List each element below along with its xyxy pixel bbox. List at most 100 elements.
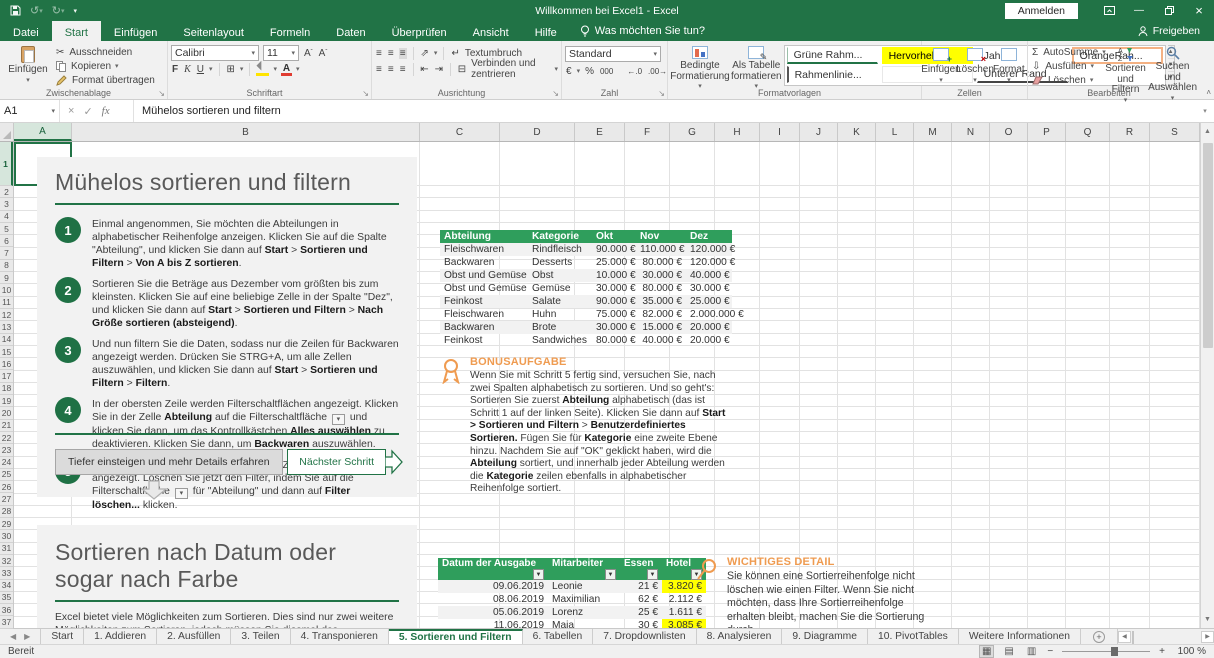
row-header-18[interactable]: 18 bbox=[0, 383, 13, 395]
cell[interactable]: Salate bbox=[528, 295, 592, 308]
row-header-28[interactable]: 28 bbox=[0, 506, 13, 518]
clear-button[interactable]: Löschen▾ bbox=[1031, 74, 1103, 86]
conditional-formatting-button[interactable]: Bedingte Formatierung▾ bbox=[671, 44, 729, 86]
row-header-23[interactable]: 23 bbox=[0, 444, 13, 456]
align-bottom-icon[interactable]: ≡ bbox=[399, 48, 407, 59]
thousands-format-icon[interactable]: 000 bbox=[599, 67, 614, 76]
paste-button[interactable]: Einfügen▾ bbox=[3, 44, 53, 86]
scroll-up-icon[interactable]: ▲ bbox=[1201, 123, 1214, 140]
column-header-a[interactable]: A bbox=[14, 123, 72, 141]
row-header-34[interactable]: 34 bbox=[0, 580, 13, 592]
font-size-select[interactable]: 11▾ bbox=[263, 45, 299, 61]
cell[interactable]: 30.000 € bbox=[592, 282, 636, 295]
row-header-16[interactable]: 16 bbox=[0, 358, 13, 370]
number-dialog-launcher[interactable]: ↘ bbox=[658, 89, 665, 98]
undo-icon[interactable]: ↺▾ bbox=[30, 4, 43, 17]
row-header-36[interactable]: 36 bbox=[0, 604, 13, 616]
currency-format-icon[interactable]: € bbox=[565, 66, 573, 77]
table-row[interactable]: 09.06.2019Leonie21 €3.820 € bbox=[438, 580, 706, 593]
vertical-scrollbar[interactable]: ▲ ▼ bbox=[1200, 123, 1214, 628]
orientation-icon[interactable]: ⇗ bbox=[420, 48, 430, 59]
column-header-f[interactable]: F bbox=[625, 123, 670, 141]
expand-formula-bar-icon[interactable]: ▾ bbox=[1196, 100, 1214, 122]
sheet-tab-6-tabellen[interactable]: 6. Tabellen bbox=[523, 629, 594, 644]
column-header-filterable[interactable]: Mitarbeiter▼ bbox=[548, 558, 620, 580]
column-header-n[interactable]: N bbox=[952, 123, 990, 141]
column-header-c[interactable]: C bbox=[420, 123, 500, 141]
minimize-button[interactable]: — bbox=[1124, 0, 1154, 21]
cell[interactable]: Lorenz bbox=[548, 606, 620, 619]
expenses-table[interactable]: Datum der Ausgabe▼Mitarbeiter▼Essen▼Hote… bbox=[438, 558, 706, 628]
cell[interactable]: 30.000 € bbox=[592, 321, 636, 334]
number-format-select[interactable]: Standard▾ bbox=[565, 46, 661, 62]
bold-button[interactable]: F bbox=[171, 64, 179, 75]
underline-button[interactable]: U bbox=[196, 64, 205, 75]
cell[interactable]: Backwaren bbox=[440, 321, 528, 334]
format-painter-button[interactable]: Format übertragen bbox=[55, 74, 155, 86]
zoom-slider-thumb[interactable] bbox=[1111, 647, 1118, 656]
table-row[interactable]: FleischwarenRindfleisch90.000 €110.000 €… bbox=[440, 243, 732, 256]
wrap-text-button[interactable]: Textumbruch bbox=[465, 48, 522, 59]
cell[interactable]: 90.000 € bbox=[592, 295, 636, 308]
cell[interactable]: Huhn bbox=[528, 308, 592, 321]
cell[interactable]: Maximilian bbox=[548, 593, 620, 606]
scroll-down-icon[interactable]: ▼ bbox=[1201, 611, 1214, 628]
format-cells-button[interactable]: Format▾ bbox=[993, 44, 1025, 86]
row-header-11[interactable]: 11 bbox=[0, 297, 13, 309]
sheet-tab-7-dropdownlisten[interactable]: 7. Dropdownlisten bbox=[593, 629, 696, 644]
zoom-in-icon[interactable]: + bbox=[1159, 646, 1165, 657]
column-header-l[interactable]: L bbox=[876, 123, 914, 141]
row-header-4[interactable]: 4 bbox=[0, 211, 13, 223]
row-header-15[interactable]: 15 bbox=[0, 346, 13, 358]
row-header-19[interactable]: 19 bbox=[0, 395, 13, 407]
sheet-tab-8-analysieren[interactable]: 8. Analysieren bbox=[697, 629, 783, 644]
cell[interactable]: 75.000 € bbox=[592, 308, 636, 321]
signin-button[interactable]: Anmelden bbox=[1005, 3, 1078, 19]
table-row[interactable]: 05.06.2019Lorenz25 €1.611 € bbox=[438, 606, 706, 619]
column-header-i[interactable]: I bbox=[760, 123, 800, 141]
increase-indent-icon[interactable]: ⇥ bbox=[434, 64, 444, 75]
page-break-view-icon[interactable]: ▥ bbox=[1025, 646, 1038, 657]
zoom-out-icon[interactable]: − bbox=[1047, 646, 1053, 657]
table-row[interactable]: Obst und GemüseGemüse30.000 €80.000 €30.… bbox=[440, 282, 732, 295]
row-header-8[interactable]: 8 bbox=[0, 260, 13, 272]
ribbon-display-options-icon[interactable] bbox=[1094, 0, 1124, 21]
cell[interactable]: 80.000 € bbox=[592, 334, 636, 347]
column-header-q[interactable]: Q bbox=[1066, 123, 1110, 141]
sort-filter-button[interactable]: AZ Sortieren und Filtern▾ bbox=[1105, 44, 1146, 86]
table-row[interactable]: Obst und GemüseObst10.000 €30.000 €40.00… bbox=[440, 269, 732, 282]
column-header-o[interactable]: O bbox=[990, 123, 1028, 141]
formula-input[interactable]: Mühelos sortieren und filtern bbox=[134, 100, 1196, 122]
next-step-button[interactable]: Nächster Schritt bbox=[287, 449, 386, 475]
column-header-s[interactable]: S bbox=[1150, 123, 1200, 141]
ribbon-tab-seitenlayout[interactable]: Seitenlayout bbox=[170, 21, 257, 41]
sheet-tab-2-ausf-llen[interactable]: 2. Ausfüllen bbox=[157, 629, 231, 644]
cell[interactable]: 25.000 € bbox=[686, 295, 732, 308]
font-dialog-launcher[interactable]: ↘ bbox=[362, 89, 369, 98]
name-box[interactable]: A1▾ bbox=[0, 100, 60, 122]
cell[interactable]: Brote bbox=[528, 321, 592, 334]
cell[interactable]: 11.06.2019 bbox=[438, 619, 548, 628]
font-name-select[interactable]: Calibri▾ bbox=[171, 45, 259, 61]
cell[interactable]: Feinkost bbox=[440, 334, 528, 347]
tell-me-box[interactable]: Was möchten Sie tun? bbox=[570, 21, 715, 41]
clipboard-dialog-launcher[interactable]: ↘ bbox=[158, 89, 165, 98]
row-header-31[interactable]: 31 bbox=[0, 543, 13, 555]
delete-cells-button[interactable]: × Löschen▾ bbox=[959, 44, 991, 86]
zoom-slider[interactable] bbox=[1062, 651, 1150, 652]
cell[interactable]: 30.000 € bbox=[686, 282, 732, 295]
table-row[interactable]: FeinkostSalate90.000 €35.000 €25.000 € bbox=[440, 295, 732, 308]
cell[interactable]: 10.000 € bbox=[592, 269, 636, 282]
font-color-icon[interactable]: A bbox=[281, 63, 292, 76]
table-row[interactable]: BackwarenDesserts25.000 €80.000 €120.000… bbox=[440, 256, 732, 269]
scroll-right-icon[interactable]: ▶ bbox=[1201, 631, 1214, 643]
cancel-icon[interactable]: × bbox=[68, 105, 74, 117]
cell[interactable]: 120.000 € bbox=[686, 243, 732, 256]
row-header-35[interactable]: 35 bbox=[0, 592, 13, 604]
column-header-p[interactable]: P bbox=[1028, 123, 1066, 141]
sheet-tab-weitere-informationen[interactable]: Weitere Informationen bbox=[959, 629, 1081, 644]
row-header-25[interactable]: 25 bbox=[0, 469, 13, 481]
filter-button-icon[interactable]: ▼ bbox=[605, 569, 616, 580]
row-header-33[interactable]: 33 bbox=[0, 567, 13, 579]
restore-button[interactable] bbox=[1154, 0, 1184, 21]
